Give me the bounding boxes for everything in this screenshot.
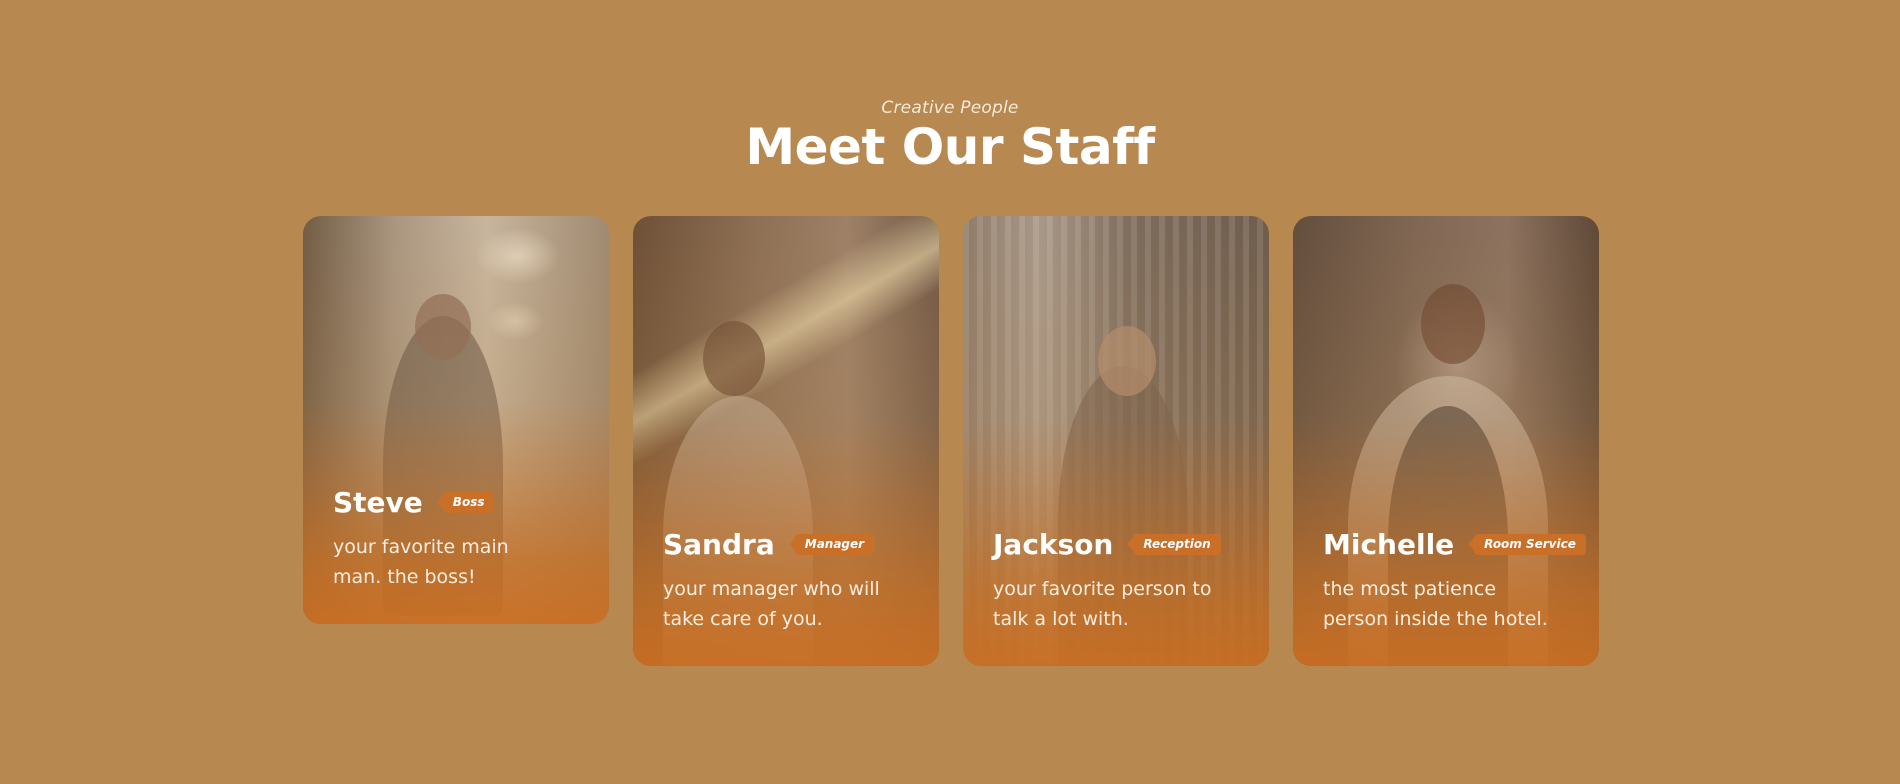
staff-description: the most patience person inside the hote… bbox=[1323, 578, 1548, 630]
staff-card-content: Sandra Manager your manager who will tak… bbox=[663, 526, 915, 634]
staff-card-sandra[interactable]: Sandra Manager your manager who will tak… bbox=[633, 216, 939, 666]
staff-name: Michelle bbox=[1323, 527, 1455, 561]
staff-card-content: Jackson Reception your favorite person t… bbox=[993, 526, 1245, 634]
staff-card-content: Michelle Room Service the most patience … bbox=[1323, 526, 1586, 634]
staff-card-jackson[interactable]: Jackson Reception your favorite person t… bbox=[963, 216, 1269, 666]
staff-card-steve[interactable]: Steve Boss your favorite main man. the b… bbox=[303, 216, 609, 624]
staff-card-michelle[interactable]: Michelle Room Service the most patience … bbox=[1293, 216, 1599, 666]
role-badge: Room Service bbox=[1468, 533, 1586, 555]
staff-description: your manager who will take care of you. bbox=[663, 578, 880, 630]
staff-name: Sandra bbox=[663, 527, 775, 561]
role-badge: Boss bbox=[436, 491, 495, 513]
staff-name: Steve bbox=[333, 485, 423, 519]
staff-description: your favorite main man. the boss! bbox=[333, 536, 509, 588]
role-badge: Manager bbox=[788, 533, 875, 555]
staff-card-content: Steve Boss your favorite main man. the b… bbox=[333, 484, 585, 592]
staff-name: Jackson bbox=[993, 527, 1114, 561]
staff-section: Creative People Meet Our Staff Steve Bos… bbox=[0, 0, 1900, 784]
staff-description: your favorite person to talk a lot with. bbox=[993, 578, 1212, 630]
role-badge: Reception bbox=[1127, 533, 1221, 555]
section-eyebrow: Creative People bbox=[881, 98, 1019, 118]
section-title: Meet Our Staff bbox=[745, 118, 1155, 176]
